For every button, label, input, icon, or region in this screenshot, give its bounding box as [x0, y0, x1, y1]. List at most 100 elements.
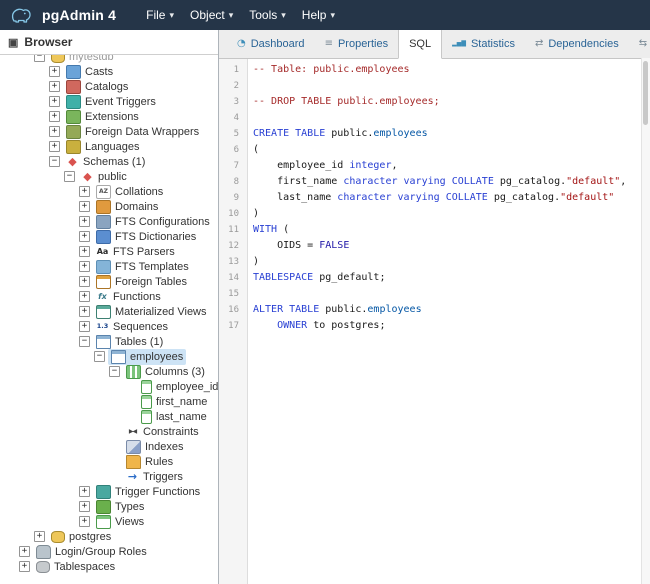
- fts-parser-icon: [96, 246, 109, 258]
- tree-item-last-name[interactable]: last_name: [0, 409, 218, 424]
- expander-icon[interactable]: +: [79, 246, 90, 257]
- tree-item-first-name[interactable]: first_name: [0, 394, 218, 409]
- tree-item-fts-templates[interactable]: +FTS Templates: [0, 259, 218, 274]
- tree-item-login-group-roles[interactable]: + Login/Group Roles: [0, 544, 218, 559]
- expander-icon[interactable]: +: [49, 66, 60, 77]
- tree-item-trigger-functions[interactable]: +Trigger Functions: [0, 484, 218, 499]
- tree-item-domains[interactable]: +Domains: [0, 199, 218, 214]
- menu-file[interactable]: File▾: [138, 0, 182, 30]
- expander-icon[interactable]: +: [49, 126, 60, 137]
- line-number: 11: [219, 222, 247, 238]
- menu-label: Help: [302, 8, 327, 22]
- tab-dependencies[interactable]: ⇄Dependencies: [525, 30, 629, 58]
- tree-item-types[interactable]: + Types: [0, 499, 218, 514]
- expander-icon[interactable]: +: [79, 291, 90, 302]
- expander-icon[interactable]: +: [19, 561, 30, 572]
- tree-item-sequences[interactable]: +Sequences: [0, 319, 218, 334]
- tree-item-constraints[interactable]: Constraints: [0, 424, 218, 439]
- tree-item-employee-id[interactable]: employee_id: [0, 379, 218, 394]
- expander-icon[interactable]: +: [79, 501, 90, 512]
- tree-item-catalogs[interactable]: +Catalogs: [0, 79, 218, 94]
- sql-line: 5CREATE TABLE public.employees: [219, 126, 650, 142]
- expander-icon[interactable]: +: [49, 81, 60, 92]
- tree-item-indexes[interactable]: Indexes: [0, 439, 218, 454]
- expander-icon[interactable]: −: [34, 55, 45, 62]
- tree-item-rules[interactable]: Rules: [0, 454, 218, 469]
- expander-icon[interactable]: +: [19, 546, 30, 557]
- caret-down-icon: ▾: [229, 10, 234, 21]
- tree-item-languages[interactable]: + Languages: [0, 139, 218, 154]
- expander-icon[interactable]: −: [79, 336, 90, 347]
- expander-icon[interactable]: −: [109, 366, 120, 377]
- tree-item-label: FTS Configurations: [115, 216, 210, 228]
- sql-token: character varying: [337, 192, 439, 203]
- tree-item-foreign-data-wrappers[interactable]: +Foreign Data Wrappers: [0, 124, 218, 139]
- tree-item-fts-parsers[interactable]: +FTS Parsers: [0, 244, 218, 259]
- tab-properties[interactable]: ≡Properties: [315, 30, 399, 58]
- tree-item-tables-1[interactable]: −Tables (1): [0, 334, 218, 349]
- tree-item-casts[interactable]: +Casts: [0, 64, 218, 79]
- tab-dependents[interactable]: ⇆Dependents: [629, 30, 650, 58]
- top-navbar: pgAdmin 4 File▾Object▾Tools▾Help▾: [0, 0, 650, 30]
- expander-icon[interactable]: −: [49, 156, 60, 167]
- expander-icon[interactable]: −: [64, 171, 75, 182]
- tree-item-postgres[interactable]: +postgres: [0, 529, 218, 544]
- menu-tools[interactable]: Tools▾: [241, 0, 294, 30]
- schemas-icon: [66, 156, 79, 168]
- tree-item-materialized-views[interactable]: +Materialized Views: [0, 304, 218, 319]
- expander-icon[interactable]: +: [79, 306, 90, 317]
- tree-item-collations[interactable]: +Collations: [0, 184, 218, 199]
- tree-item-public[interactable]: −public: [0, 169, 218, 184]
- tree-item-columns-3[interactable]: −Columns (3): [0, 364, 218, 379]
- expander-icon[interactable]: +: [79, 321, 90, 332]
- tree-label-chip: employees: [108, 349, 186, 365]
- menu-object[interactable]: Object▾: [182, 0, 241, 30]
- tree-item-mytestdb[interactable]: − mytestdb: [0, 55, 218, 64]
- tree-item-views[interactable]: +Views: [0, 514, 218, 529]
- tree-item-fts-dictionaries[interactable]: +FTS Dictionaries: [0, 229, 218, 244]
- expander-icon[interactable]: +: [49, 141, 60, 152]
- expander-icon[interactable]: +: [34, 531, 45, 542]
- tree-item-event-triggers[interactable]: +Event Triggers: [0, 94, 218, 109]
- expander-icon[interactable]: +: [79, 186, 90, 197]
- object-tree-container[interactable]: −mytestdb+Casts+Catalogs+Event Triggers+…: [0, 55, 218, 584]
- expander-icon[interactable]: +: [49, 96, 60, 107]
- sql-token: COLLATE: [446, 192, 488, 203]
- expander-icon[interactable]: +: [79, 516, 90, 527]
- sql-code: TABLESPACE pg_default;: [247, 270, 385, 286]
- expander-icon[interactable]: +: [49, 111, 60, 122]
- tree-item-functions[interactable]: +Functions: [0, 289, 218, 304]
- scrollbar-thumb[interactable]: [643, 61, 648, 125]
- tree-label-chip: mytestdb: [48, 55, 117, 64]
- tab-sql[interactable]: SQL: [398, 30, 442, 59]
- sql-token: character varying: [343, 176, 445, 187]
- tree-item-foreign-tables[interactable]: +Foreign Tables: [0, 274, 218, 289]
- sql-code: ): [247, 206, 259, 222]
- column-icon: [141, 380, 152, 394]
- tree-item-label: Languages: [85, 141, 139, 153]
- tree-item-extensions[interactable]: +Extensions: [0, 109, 218, 124]
- tree-item-schemas-1[interactable]: −Schemas (1): [0, 154, 218, 169]
- expander-icon[interactable]: +: [79, 201, 90, 212]
- expander-icon[interactable]: +: [79, 261, 90, 272]
- tree-item-label: Login/Group Roles: [55, 546, 147, 558]
- expander-icon[interactable]: +: [79, 231, 90, 242]
- tree-item-fts-configurations[interactable]: + FTS Configurations: [0, 214, 218, 229]
- expander-icon[interactable]: −: [94, 351, 105, 362]
- sql-editor[interactable]: 1-- Table: public.employees2 3-- DROP TA…: [219, 59, 650, 584]
- tree-item-triggers[interactable]: Triggers: [0, 469, 218, 484]
- expander-icon[interactable]: +: [79, 276, 90, 287]
- line-number: 10: [219, 206, 247, 222]
- menu-help[interactable]: Help▾: [294, 0, 343, 30]
- tree-item-label: mytestdb: [69, 55, 114, 63]
- expander-icon[interactable]: +: [79, 216, 90, 227]
- vertical-scrollbar[interactable]: [641, 58, 650, 584]
- tab-statistics[interactable]: ▂▅▇Statistics: [442, 30, 525, 58]
- tree-item-employees[interactable]: −employees: [0, 349, 218, 364]
- tree-item-label: employee_id: [156, 381, 218, 393]
- expander-icon[interactable]: +: [79, 486, 90, 497]
- tab-dashboard[interactable]: ◔Dashboard: [227, 30, 315, 58]
- tree-label-chip: FTS Dictionaries: [93, 229, 199, 245]
- tree-item-label: Types: [115, 501, 144, 513]
- tree-item-tablespaces[interactable]: +Tablespaces: [0, 559, 218, 574]
